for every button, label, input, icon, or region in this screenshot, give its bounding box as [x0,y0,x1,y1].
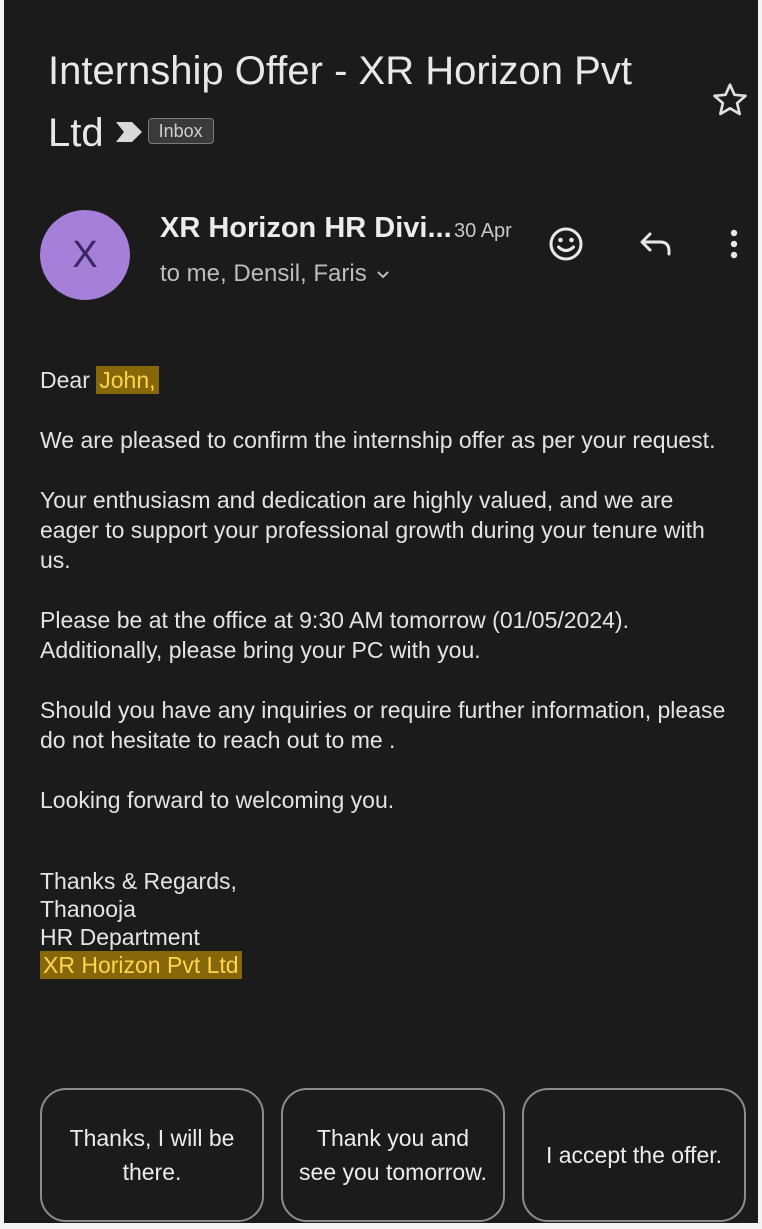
highlighted-name: John, [96,366,159,394]
email-subject: Internship Offer - XR Horizon Pvt Ltd In… [48,40,688,164]
frame-left [0,0,4,1229]
body-paragraph: Your enthusiasm and dedication are highl… [40,487,705,573]
signature-closing: Thanks & Regards, [40,868,237,894]
signature-department: HR Department [40,924,200,950]
greeting-prefix: Dear [40,367,97,393]
smart-reply-button[interactable]: Thank you and see you tomorrow. [281,1088,505,1222]
email-date: 30 Apr [454,220,512,242]
reply-icon[interactable] [636,224,676,264]
frame-right [758,0,762,1229]
body-paragraph: Looking forward to welcoming you. [40,787,395,813]
chevron-down-icon [377,270,389,279]
greeting: Dear John, [40,365,736,395]
signature-name: Thanooja [40,896,136,922]
smart-reply-button[interactable]: Thanks, I will be there. [40,1088,264,1222]
sender-name[interactable]: XR Horizon HR Divi... [160,210,452,246]
recipients-text: to me, Densil, Faris [160,260,367,287]
smart-reply-button[interactable]: I accept the offer. [522,1088,746,1222]
email-body: Dear John, We are pleased to confirm the… [40,365,736,979]
body-paragraph: Should you have any inquiries or require… [40,697,726,753]
inbox-label-chip[interactable]: Inbox [147,118,214,145]
frame-bottom [0,1223,762,1229]
body-paragraph: Please be at the office at 9:30 AM tomor… [40,607,629,663]
star-icon[interactable] [710,80,750,120]
body-paragraph: We are pleased to confirm the internship… [40,427,716,453]
recipients-toggle[interactable]: to me, Densil, Faris [160,258,391,290]
signature: Thanks & Regards, Thanooja HR Department… [40,867,736,979]
signature-company: XR Horizon Pvt Ltd [40,951,242,979]
more-vert-icon[interactable] [716,224,752,264]
smart-replies: Thanks, I will be there. Thank you and s… [40,1088,746,1222]
label-arrow-icon [115,122,142,143]
avatar[interactable]: X [40,210,130,300]
emoji-icon[interactable] [546,224,586,264]
